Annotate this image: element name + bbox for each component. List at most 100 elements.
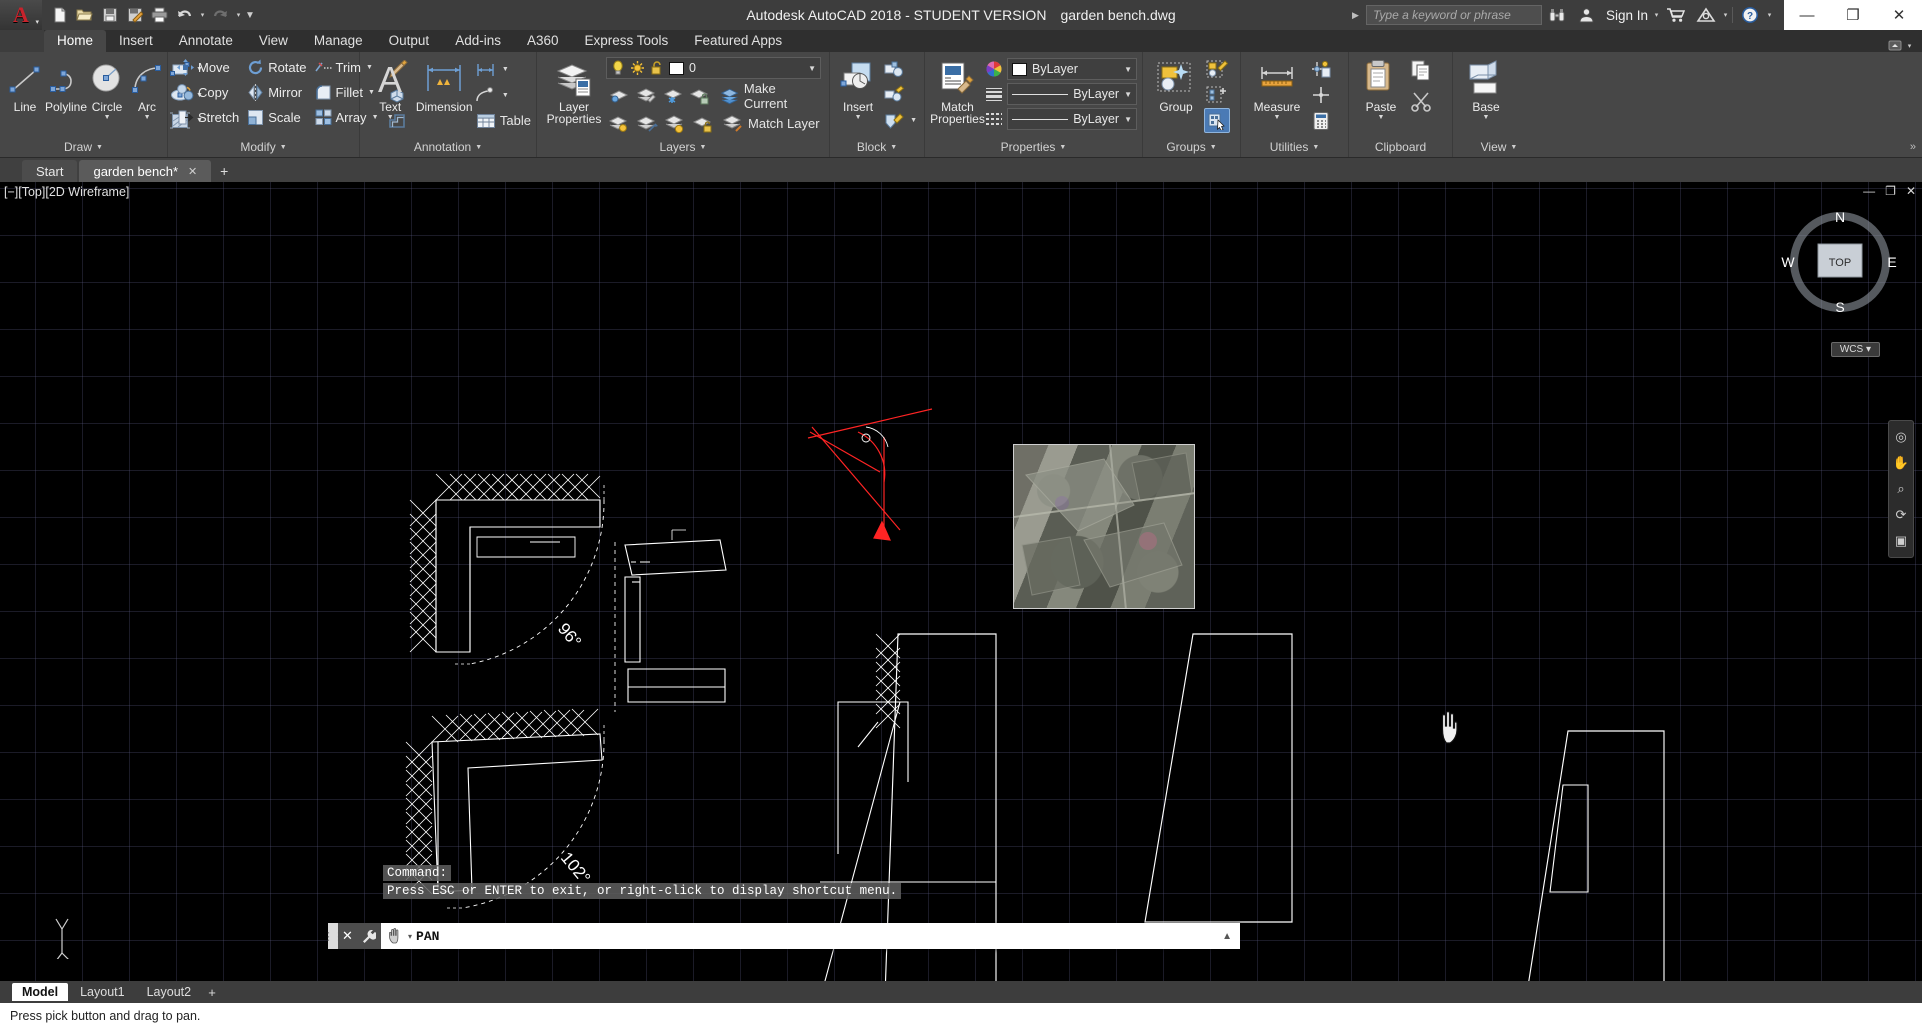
table-icon[interactable] [473, 108, 499, 133]
chevron-right-icon[interactable]: ▶ [1349, 10, 1362, 21]
chevron-down-icon[interactable]: ▾ [1652, 11, 1661, 19]
undo-arrow-icon[interactable] [173, 4, 196, 26]
tool-leader-row[interactable]: ▼ [473, 83, 531, 108]
point-marker-icon[interactable] [1308, 83, 1334, 108]
edit-attribute-icon[interactable] [881, 83, 907, 108]
copy-clip-icon[interactable] [1408, 57, 1434, 82]
chevron-down-icon[interactable]: ▼ [1124, 115, 1132, 124]
chevron-down-icon[interactable]: ▼ [500, 66, 511, 73]
pan-icon[interactable]: ✋ [1891, 453, 1911, 473]
panel-clipboard-title[interactable]: Clipboard [1349, 137, 1452, 157]
chevron-down-icon[interactable]: ▾ [1721, 11, 1730, 19]
tool-layer-properties[interactable]: Layer Properties [542, 55, 606, 125]
command-line[interactable]: ⋮⋮ ✕ ▾ PAN ▲ [323, 923, 1240, 949]
chevron-down-icon[interactable]: ▼ [808, 64, 816, 73]
leader-icon[interactable] [473, 83, 499, 108]
user-account-icon[interactable] [1572, 1, 1602, 29]
command-line-close-icon[interactable]: ✕ [338, 923, 357, 949]
autodesk-a360-icon[interactable] [1691, 1, 1721, 29]
panel-utilities-title[interactable]: Utilities ▼ [1241, 137, 1348, 157]
lineweight-combo[interactable]: ByLayer ▼ [1007, 83, 1137, 105]
panel-layers-title[interactable]: Layers ▼ [537, 137, 829, 157]
showmotion-icon[interactable]: ▣ [1891, 531, 1911, 551]
shopping-cart-icon[interactable] [1661, 1, 1691, 29]
chevron-down-icon[interactable]: ▼ [700, 144, 707, 151]
file-tab-start[interactable]: Start [22, 160, 78, 182]
layer-unlock-icon[interactable] [690, 111, 716, 136]
add-group-icon[interactable] [1204, 83, 1230, 108]
tool-move[interactable]: Move [173, 55, 242, 80]
file-tab-garden-bench[interactable]: garden bench* ✕ [79, 160, 212, 182]
command-line-grip[interactable]: ⋮⋮ [323, 923, 344, 949]
edit-block-icon[interactable] [881, 108, 907, 133]
command-prompt[interactable]: ▾ PAN [381, 928, 1222, 944]
tool-circle[interactable]: Circle ▼ [87, 55, 127, 121]
chevron-down-icon[interactable]: ▼ [144, 114, 151, 121]
orbit-icon[interactable]: ⟳ [1891, 505, 1911, 525]
chevron-down-icon[interactable]: ▼ [280, 144, 287, 151]
chevron-down-icon[interactable]: ▼ [1483, 114, 1490, 121]
tool-mirror[interactable]: Mirror [243, 80, 309, 105]
new-document-tab-button[interactable]: + [213, 160, 235, 182]
group-select-icon[interactable] [1204, 108, 1230, 133]
application-menu-button[interactable]: A ▾ [0, 0, 42, 30]
chevron-down-icon[interactable]: ▼ [1378, 114, 1385, 121]
ribbon-expand-icon[interactable]: » [1910, 141, 1916, 153]
linetype-combo[interactable]: ByLayer ▼ [1007, 108, 1137, 130]
tool-base[interactable]: Base ▼ [1458, 55, 1514, 121]
panel-view-title[interactable]: View ▼ [1453, 137, 1545, 157]
tool-arc[interactable]: Arc ▼ [127, 55, 167, 121]
chevron-down-icon[interactable]: ▼ [855, 114, 862, 121]
chevron-down-icon[interactable]: ▼ [890, 144, 897, 151]
make-current-button[interactable]: Make Current [715, 81, 824, 111]
new-layout-button[interactable]: + [203, 985, 221, 1000]
create-block-icon[interactable] [881, 57, 907, 82]
edit-block-row[interactable]: ▼ [881, 108, 919, 133]
chevron-down-icon[interactable]: ▼ [96, 144, 103, 151]
viewport-label[interactable]: [−][Top][2D Wireframe] [4, 185, 129, 199]
panel-draw-title[interactable]: Draw ▼ [0, 137, 167, 157]
tool-dimension-style-row[interactable]: ▼ [473, 57, 531, 82]
tab-featured-apps[interactable]: Featured Apps [681, 30, 795, 52]
chevron-down-icon[interactable]: ▼ [1210, 144, 1217, 151]
edit-group-icon[interactable] [1204, 57, 1230, 82]
dim-style-icon[interactable] [473, 57, 499, 82]
tab-insert[interactable]: Insert [106, 30, 166, 52]
close-button[interactable]: ✕ [1876, 0, 1922, 30]
minimize-button[interactable]: — [1784, 0, 1830, 30]
steering-wheel-icon[interactable]: ◎ [1891, 427, 1911, 447]
tool-paste[interactable]: Paste ▼ [1354, 55, 1408, 121]
chevron-down-icon[interactable]: ▾ [1765, 11, 1774, 19]
sign-in-button[interactable]: Sign In [1602, 8, 1652, 23]
layout-tab-layout2[interactable]: Layout2 [137, 983, 201, 1001]
search-binoculars-icon[interactable] [1542, 1, 1572, 29]
chevron-down-icon[interactable]: ▼ [500, 92, 511, 99]
tab-a360[interactable]: A360 [514, 30, 572, 52]
calculator-icon[interactable] [1308, 108, 1334, 133]
tab-express-tools[interactable]: Express Tools [572, 30, 682, 52]
customize-quick-access-icon[interactable]: ▼ [245, 10, 255, 21]
tab-add-ins[interactable]: Add-ins [442, 30, 514, 52]
drawing-canvas[interactable]: [−][Top][2D Wireframe] — ❐ ✕ 96° 102° TO… [0, 182, 1922, 981]
tool-scale[interactable]: Scale [243, 105, 309, 130]
save-disk-icon[interactable] [98, 4, 121, 26]
layer-change-icon[interactable] [634, 111, 660, 136]
tool-dimension[interactable]: Dimension [415, 55, 473, 113]
viewport-minimize-icon[interactable]: — [1863, 184, 1875, 198]
tool-text[interactable]: A Text ▼ [365, 55, 415, 121]
panel-block-title[interactable]: Block ▼ [830, 137, 924, 157]
layer-turn-on-icon[interactable] [606, 111, 632, 136]
panel-groups-title[interactable]: Groups ▼ [1143, 137, 1240, 157]
chevron-down-icon[interactable]: ▼ [1312, 144, 1319, 151]
tool-table-row[interactable]: Table [473, 108, 531, 133]
tool-group[interactable]: Group [1148, 55, 1204, 113]
view-cube[interactable]: TOP N E S W [1780, 202, 1900, 322]
layout-tab-layout1[interactable]: Layout1 [70, 983, 134, 1001]
tool-stretch[interactable]: Stretch [173, 105, 242, 130]
color-combo[interactable]: ByLayer ▼ [1007, 58, 1137, 80]
match-layer-button[interactable]: Match Layer [718, 111, 824, 136]
panel-properties-title[interactable]: Properties ▼ [925, 137, 1142, 157]
new-file-icon[interactable] [48, 4, 71, 26]
chevron-down-icon[interactable]: ▼ [1124, 90, 1132, 99]
viewport-close-icon[interactable]: ✕ [1906, 184, 1916, 198]
